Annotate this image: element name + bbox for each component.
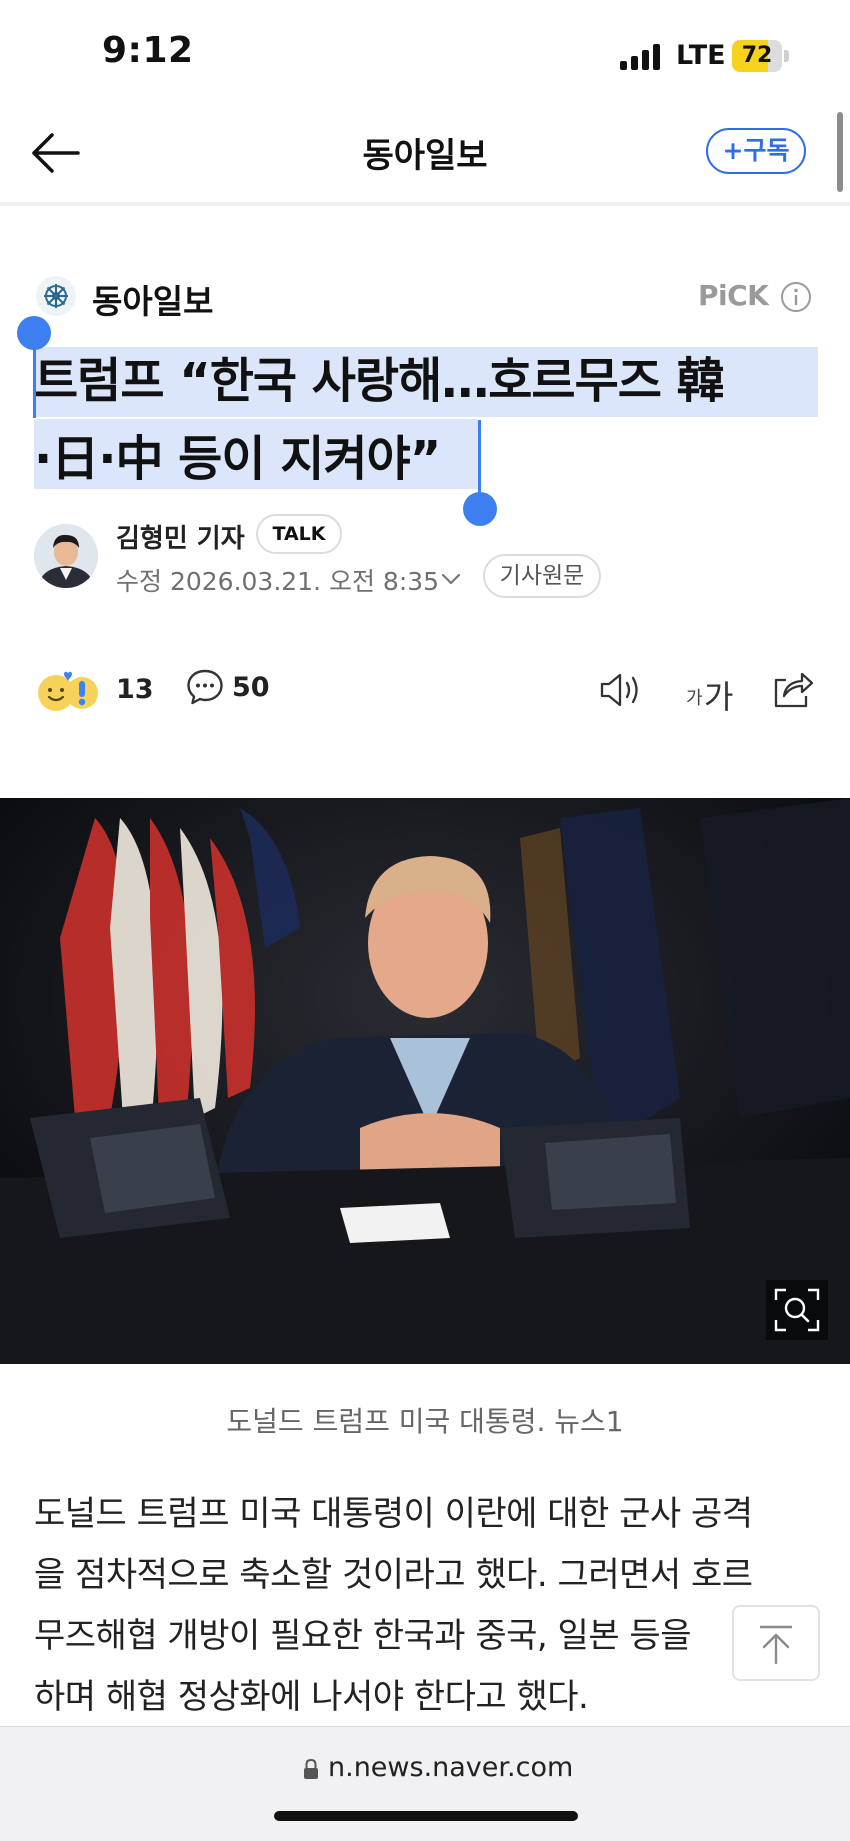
article-body: 도널드 트럼프 미국 대통령이 이란에 대한 군사 공격 을 점차적으로 축소할…	[34, 1484, 824, 1728]
original-article-button[interactable]: 기사원문	[483, 554, 601, 598]
press-logo[interactable]	[36, 276, 76, 316]
nav-divider	[0, 202, 850, 206]
scrollbar[interactable]	[837, 112, 843, 192]
reaction-button[interactable]	[36, 668, 106, 714]
article-photo[interactable]	[0, 798, 850, 1364]
info-icon[interactable]	[780, 281, 812, 313]
chevron-down-icon[interactable]	[438, 566, 464, 592]
reaction-emoji-icon	[38, 671, 98, 711]
author-name[interactable]: 김형민 기자	[116, 518, 245, 555]
press-emblem-icon	[44, 284, 68, 308]
battery-icon: 72	[732, 40, 790, 72]
zoom-icon	[774, 1288, 820, 1332]
home-indicator[interactable]	[274, 1811, 578, 1821]
font-size-large-label: 가	[704, 678, 734, 716]
selection-end-handle[interactable]	[463, 492, 497, 526]
headline-line2: ·日·中 등이 지켜야”	[34, 431, 441, 487]
selection-start-handle[interactable]	[17, 316, 51, 350]
headline-line1: 트럼프 “한국 사랑해…호르무즈 韓	[34, 353, 725, 409]
url-bar[interactable]: n.news.naver.com	[328, 1752, 573, 1783]
photo-caption: 도널드 트럼프 미국 대통령. 뉴스1	[226, 1405, 624, 1438]
photo-zoom-button[interactable]	[766, 1280, 828, 1340]
browser-bottom-bar	[0, 1726, 850, 1841]
battery-level: 72	[741, 43, 773, 68]
body-line: 무즈해협 개방이 필요한 한국과 중국, 일본 등을	[34, 1616, 691, 1656]
font-size-button[interactable]: 가 가	[686, 670, 742, 716]
reaction-count: 13	[116, 674, 154, 705]
back-button[interactable]	[28, 128, 84, 178]
speaker-icon[interactable]	[598, 670, 644, 710]
signal-icon	[620, 44, 662, 70]
status-time: 9:12	[102, 30, 194, 71]
font-size-small-label: 가	[686, 688, 703, 709]
article-date: 수정 2026.03.21. 오전 8:35	[116, 567, 440, 596]
share-icon[interactable]	[770, 668, 814, 710]
back-arrow-icon	[32, 133, 80, 173]
arrow-up-icon	[760, 1625, 792, 1665]
article-headline[interactable]: 트럼프 “한국 사랑해…호르무즈 韓 ·日·中 등이 지켜야”	[34, 342, 824, 498]
comment-count: 50	[232, 672, 270, 703]
lock-icon	[302, 1758, 320, 1780]
network-type: LTE	[676, 40, 726, 71]
scroll-top-button[interactable]	[732, 1605, 820, 1681]
body-line: 도널드 트럼프 미국 대통령이 이란에 대한 군사 공격	[34, 1494, 753, 1534]
body-line: 을 점차적으로 축소할 것이라고 했다. 그러면서 호르	[34, 1555, 753, 1595]
comment-icon[interactable]	[186, 668, 224, 706]
selection-end-line	[478, 420, 481, 500]
talk-button[interactable]: TALK	[256, 514, 342, 554]
body-line: 하며 해협 정상화에 나서야 한다고 했다.	[34, 1677, 589, 1717]
author-avatar[interactable]	[34, 524, 98, 588]
subscribe-button[interactable]: +구독	[706, 128, 806, 174]
pick-badge: PiCK	[698, 279, 769, 312]
press-name[interactable]: 동아일보	[92, 275, 213, 323]
